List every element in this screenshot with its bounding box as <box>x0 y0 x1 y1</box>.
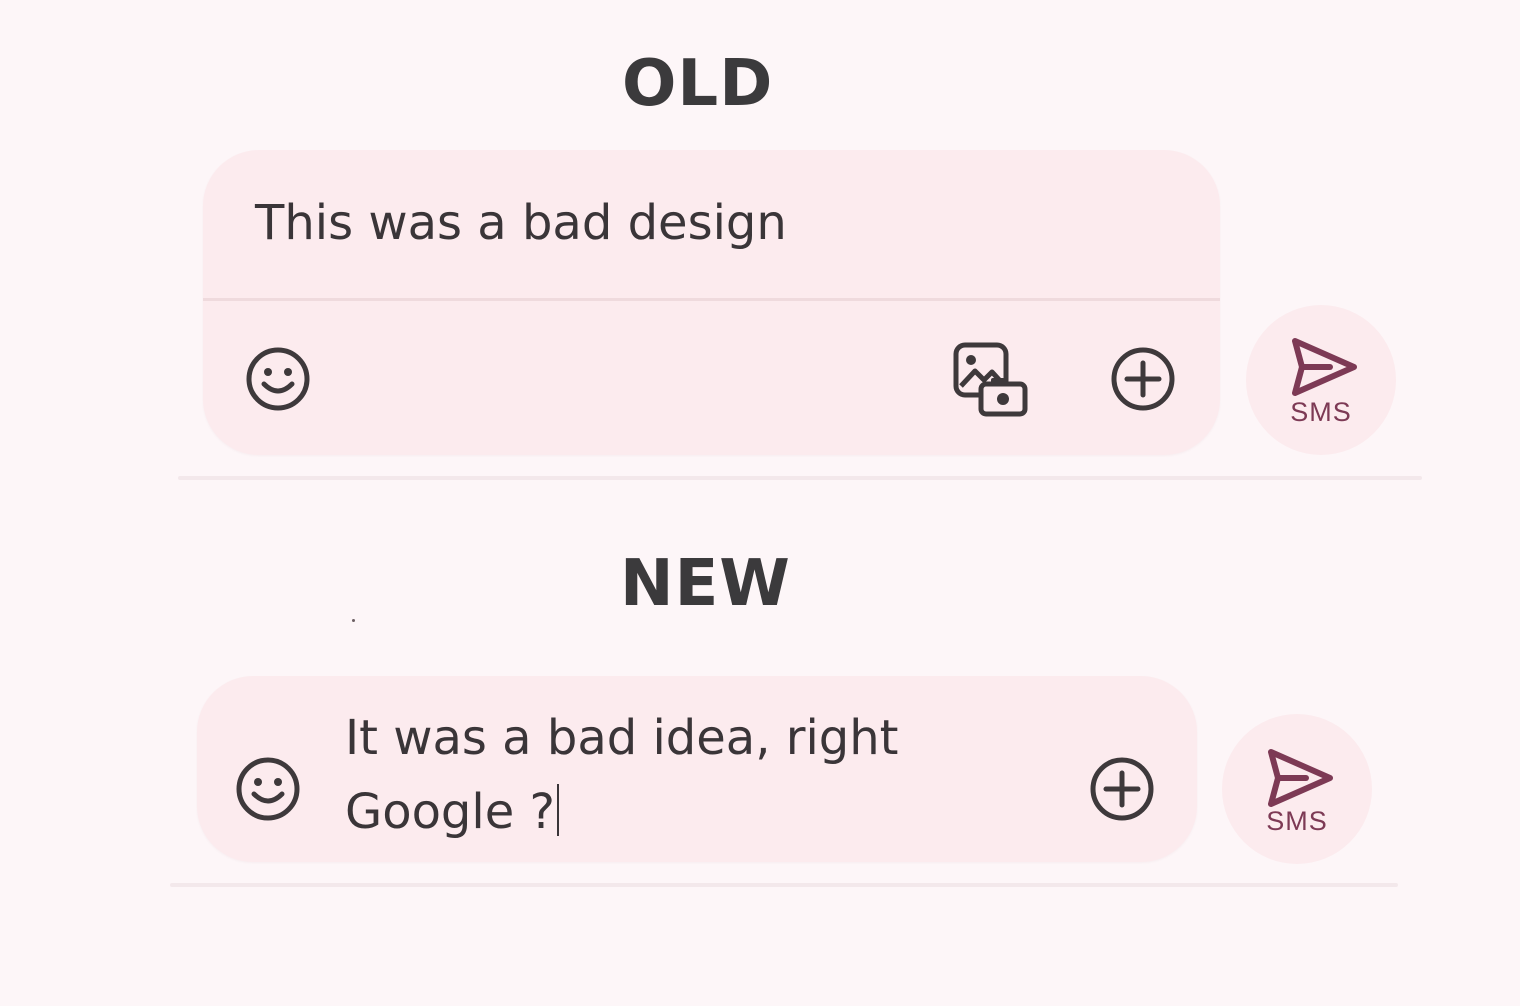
old-section-divider <box>178 476 1422 480</box>
new-send-sms-button[interactable]: SMS <box>1222 714 1372 864</box>
send-arrow-icon <box>1268 749 1333 807</box>
emoji-icon[interactable] <box>235 756 301 822</box>
old-message-input[interactable]: This was a bad design <box>255 195 787 251</box>
old-heading: OLD <box>622 47 774 121</box>
message-line-1: It was a bad idea, right <box>345 710 899 766</box>
plus-circle-icon[interactable] <box>1110 346 1176 412</box>
old-compose-box: This was a bad design <box>203 150 1220 455</box>
stray-dot <box>352 619 355 622</box>
emoji-icon[interactable] <box>245 346 311 412</box>
old-compose-divider <box>203 298 1220 301</box>
plus-circle-icon[interactable] <box>1089 756 1155 822</box>
new-compose-box: It was a bad idea, right Google ? <box>197 676 1197 862</box>
text-caret <box>557 784 559 836</box>
new-heading: NEW <box>620 547 791 621</box>
gallery-camera-icon[interactable] <box>951 340 1031 420</box>
old-send-sms-button[interactable]: SMS <box>1246 305 1396 455</box>
send-arrow-icon <box>1292 338 1357 396</box>
send-sms-label: SMS <box>1266 806 1328 836</box>
message-line-2: Google ? <box>345 775 899 849</box>
message-line-2-text: Google ? <box>345 784 555 840</box>
new-section-divider <box>170 883 1398 887</box>
send-sms-label: SMS <box>1290 397 1352 427</box>
new-message-input[interactable]: It was a bad idea, right Google ? <box>345 701 899 849</box>
